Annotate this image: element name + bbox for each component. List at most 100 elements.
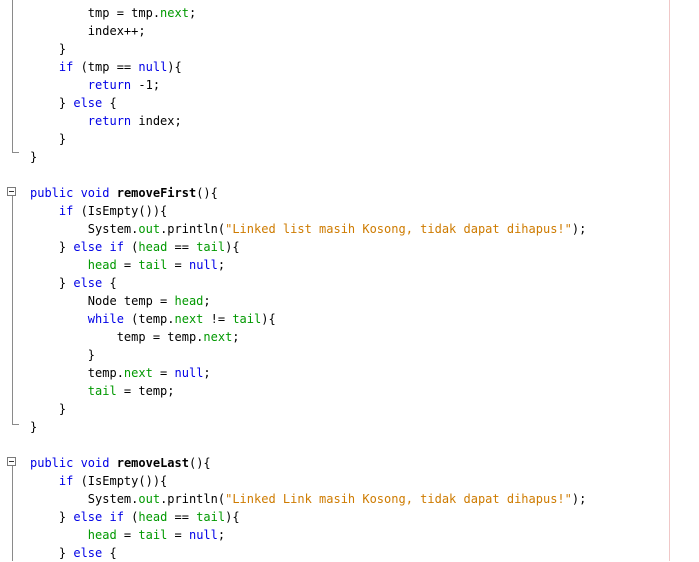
code-token: .println( xyxy=(160,222,226,236)
code-token: } xyxy=(30,240,74,254)
code-token: while xyxy=(87,312,124,326)
code-token: { xyxy=(102,276,117,290)
collapse-icon[interactable] xyxy=(7,187,16,196)
code-line[interactable]: Node temp = head; xyxy=(30,292,211,310)
fold-gutter xyxy=(0,0,20,561)
code-token: } xyxy=(30,546,74,560)
right-margin-guide xyxy=(669,0,670,561)
code-line[interactable]: } xyxy=(30,40,66,58)
code-line[interactable]: head = tail = null; xyxy=(30,256,225,274)
code-token: head xyxy=(87,528,117,542)
code-token: next xyxy=(123,366,153,380)
code-token: System. xyxy=(30,222,139,236)
code-token: ( xyxy=(123,510,139,524)
code-line[interactable]: tmp = tmp.next; xyxy=(30,4,196,22)
code-token: .println( xyxy=(160,492,226,506)
code-token: (tmp == xyxy=(73,60,139,74)
code-line[interactable]: return index; xyxy=(30,112,182,130)
code-token: temp = temp. xyxy=(30,330,204,344)
code-token: tail xyxy=(196,240,226,254)
code-token: if xyxy=(58,60,74,74)
code-token: } xyxy=(30,276,74,290)
code-token: Node temp = xyxy=(30,294,175,308)
code-token: ; xyxy=(203,294,211,308)
code-token: else if xyxy=(73,510,124,524)
code-token: null xyxy=(138,60,168,74)
code-token: else xyxy=(73,96,103,110)
code-line[interactable]: } xyxy=(30,400,66,418)
fold-guide-line xyxy=(12,196,13,424)
code-line[interactable]: public void removeFirst(){ xyxy=(30,184,218,202)
code-token: ; xyxy=(188,6,197,20)
code-token: (IsEmpty()){ xyxy=(73,204,168,218)
code-token: ){ xyxy=(225,240,240,254)
code-line[interactable]: } xyxy=(30,418,37,436)
code-token: temp. xyxy=(30,366,124,380)
code-token: next xyxy=(160,6,189,20)
code-line[interactable]: temp = temp.next; xyxy=(30,328,240,346)
code-line[interactable]: if (IsEmpty()){ xyxy=(30,202,167,220)
fold-guide-line xyxy=(12,0,13,152)
code-line[interactable]: } else if (head == tail){ xyxy=(30,508,240,526)
collapse-icon[interactable] xyxy=(7,457,16,466)
code-token: next xyxy=(203,330,233,344)
code-line[interactable]: } else if (head == tail){ xyxy=(30,238,240,256)
code-token: index++; xyxy=(30,24,146,38)
code-token: ); xyxy=(571,222,587,236)
code-token: == xyxy=(167,510,197,524)
code-token: = xyxy=(116,258,139,272)
code-token: tail xyxy=(138,258,168,272)
code-token: head xyxy=(174,294,204,308)
code-token: = xyxy=(152,366,175,380)
code-line[interactable]: } xyxy=(30,148,37,166)
code-line[interactable]: head = tail = null; xyxy=(30,526,225,544)
code-line[interactable]: public void removeLast(){ xyxy=(30,454,211,472)
code-token: head xyxy=(138,510,168,524)
code-token: } xyxy=(30,510,74,524)
code-editor[interactable]: tmp = tmp.next; index++; } if (tmp == nu… xyxy=(0,0,699,561)
code-line[interactable]: } else { xyxy=(30,274,117,292)
code-token: ){ xyxy=(167,60,182,74)
code-token: ); xyxy=(571,492,587,506)
code-token: = xyxy=(116,528,139,542)
code-line[interactable]: if (IsEmpty()){ xyxy=(30,472,167,490)
code-token: head xyxy=(87,258,117,272)
code-line[interactable]: } else { xyxy=(30,94,117,112)
code-token: ; xyxy=(217,528,226,542)
code-token: tmp = tmp. xyxy=(30,6,161,20)
fold-end-marker xyxy=(12,424,19,425)
code-token: -1; xyxy=(131,78,161,92)
code-line[interactable]: } else { xyxy=(30,544,117,562)
code-token: (){ xyxy=(196,186,218,200)
code-token: out xyxy=(138,222,161,236)
code-line[interactable]: index++; xyxy=(30,22,146,40)
code-line[interactable]: tail = temp; xyxy=(30,382,175,400)
code-line[interactable]: System.out.println("Linked Link masih Ko… xyxy=(30,490,587,508)
code-line[interactable]: if (tmp == null){ xyxy=(30,58,182,76)
code-token: null xyxy=(174,366,204,380)
code-token: head xyxy=(138,240,168,254)
code-token: } xyxy=(30,150,38,164)
code-line[interactable]: } xyxy=(30,130,66,148)
code-line[interactable]: return -1; xyxy=(30,76,160,94)
code-token: "Linked Link masih Kosong, tidak dapat d… xyxy=(225,492,572,506)
code-token: null xyxy=(188,528,218,542)
code-token: removeFirst xyxy=(116,186,197,200)
code-line[interactable]: System.out.println("Linked list masih Ko… xyxy=(30,220,587,238)
code-token: } xyxy=(30,42,67,56)
code-token: public void xyxy=(30,456,110,470)
code-line[interactable]: while (temp.next != tail){ xyxy=(30,310,276,328)
code-line[interactable]: temp.next = null; xyxy=(30,364,211,382)
code-line[interactable]: } xyxy=(30,346,95,364)
code-token: tail xyxy=(196,510,226,524)
code-token: else if xyxy=(73,240,124,254)
code-token: { xyxy=(102,96,117,110)
code-token: ){ xyxy=(225,510,240,524)
